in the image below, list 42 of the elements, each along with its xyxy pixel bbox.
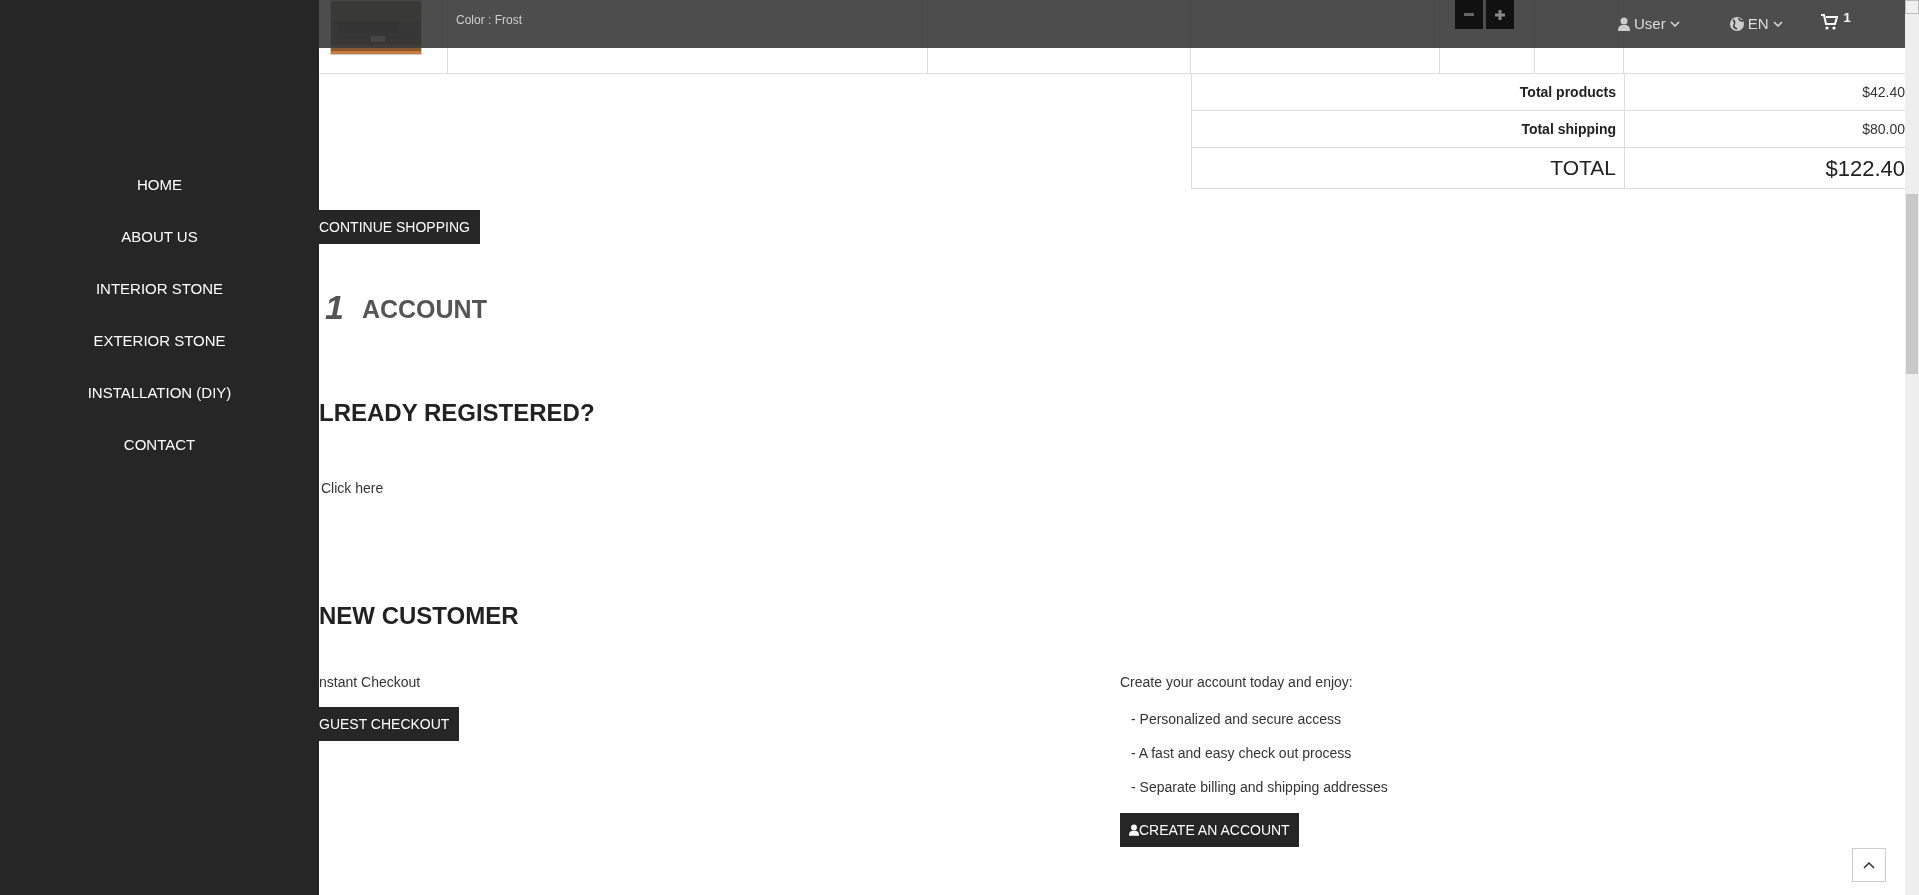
minus-icon (1464, 13, 1474, 16)
user-menu[interactable]: User (1618, 13, 1680, 36)
globe-icon (1729, 17, 1744, 32)
section-heading: LREADY REGISTERED? (319, 401, 596, 425)
total-value: $80.00 (1862, 119, 1905, 139)
continue-shopping-button[interactable]: CONTINUE SHOPPING (319, 210, 480, 244)
product-attribute: Color : Frost (456, 13, 522, 27)
cart-icon (1820, 14, 1838, 30)
create-account-button[interactable]: CREATE AN ACCOUNT (1120, 813, 1299, 847)
cart-count: 1 (1843, 12, 1851, 24)
guest-checkout-button[interactable]: GUEST CHECKOUT (319, 707, 460, 741)
menu-link[interactable]: INTERIOR STONE (95, 278, 224, 300)
menu-link[interactable]: INSTALLATION (DIY) (87, 382, 232, 404)
benefit-item: - Personalized and secure access (1131, 710, 1343, 728)
click-here-link[interactable]: Click here (321, 480, 384, 496)
cart-button[interactable]: 1 (1820, 12, 1851, 30)
account-intro: Create your account today and enjoy: (1120, 673, 1353, 691)
benefit-item: - A fast and easy check out process (1131, 744, 1353, 762)
scroll-to-top-button[interactable] (1852, 848, 1886, 882)
benefit-item: - Separate billing and shipping addresses (1131, 778, 1388, 796)
checkout-text: nstant Checkout (319, 673, 421, 691)
menu-link[interactable]: EXTERIOR STONE (93, 330, 226, 352)
step-number: 1 (325, 290, 344, 324)
menu-link[interactable]: ABOUT US (121, 226, 198, 248)
language-menu[interactable]: EN (1729, 13, 1783, 36)
plus-icon (1495, 9, 1505, 20)
total-value: $42.40 (1862, 82, 1905, 102)
increase-button[interactable] (1486, 0, 1514, 29)
user-icon (1129, 824, 1139, 836)
menu-link[interactable]: CONTACT (123, 434, 196, 456)
total-label: TOTAL (1550, 155, 1616, 182)
section-heading: NEW CUSTOMER (319, 604, 520, 628)
chevron-down-icon (1772, 21, 1783, 28)
total-label: Total products (1519, 82, 1616, 102)
chevron-up-icon (1863, 861, 1875, 869)
chevron-down-icon (1669, 21, 1680, 28)
total-label: Total shipping (1521, 119, 1616, 139)
total-value: $122.40 (1825, 154, 1905, 183)
menu-link[interactable]: HOME (137, 174, 182, 196)
section-title: ACCOUNT (361, 297, 487, 322)
decrease-button[interactable] (1455, 0, 1483, 29)
user-icon (1618, 17, 1630, 32)
